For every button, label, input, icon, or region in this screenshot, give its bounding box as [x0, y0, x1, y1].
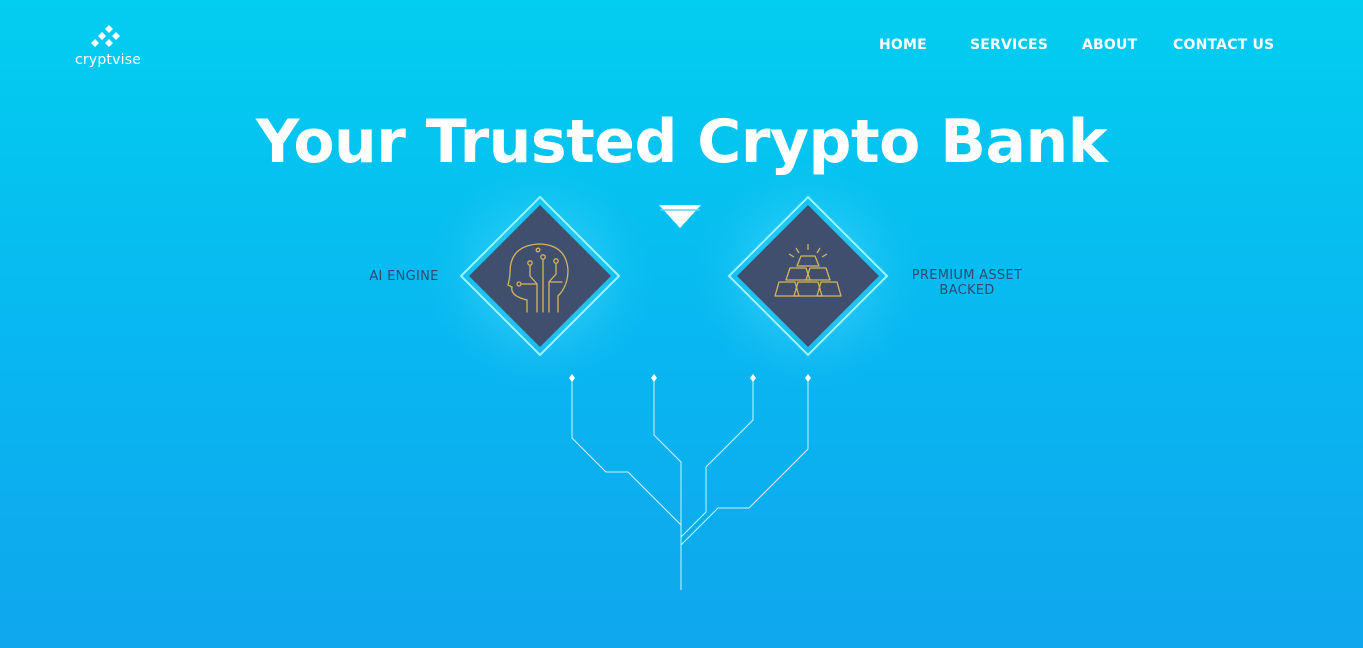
scroll-down-arrow-icon[interactable] — [659, 205, 701, 228]
premium-asset-label-line1: PREMIUM ASSET — [911, 268, 1023, 283]
hero-illustration — [425, 161, 923, 590]
premium-asset-label-line2: BACKED — [939, 283, 995, 298]
premium-asset-label: PREMIUM ASSET BACKED — [898, 268, 1036, 298]
ai-engine-label: AI ENGINE — [369, 269, 439, 284]
circuit-tree-lines — [571, 378, 809, 590]
